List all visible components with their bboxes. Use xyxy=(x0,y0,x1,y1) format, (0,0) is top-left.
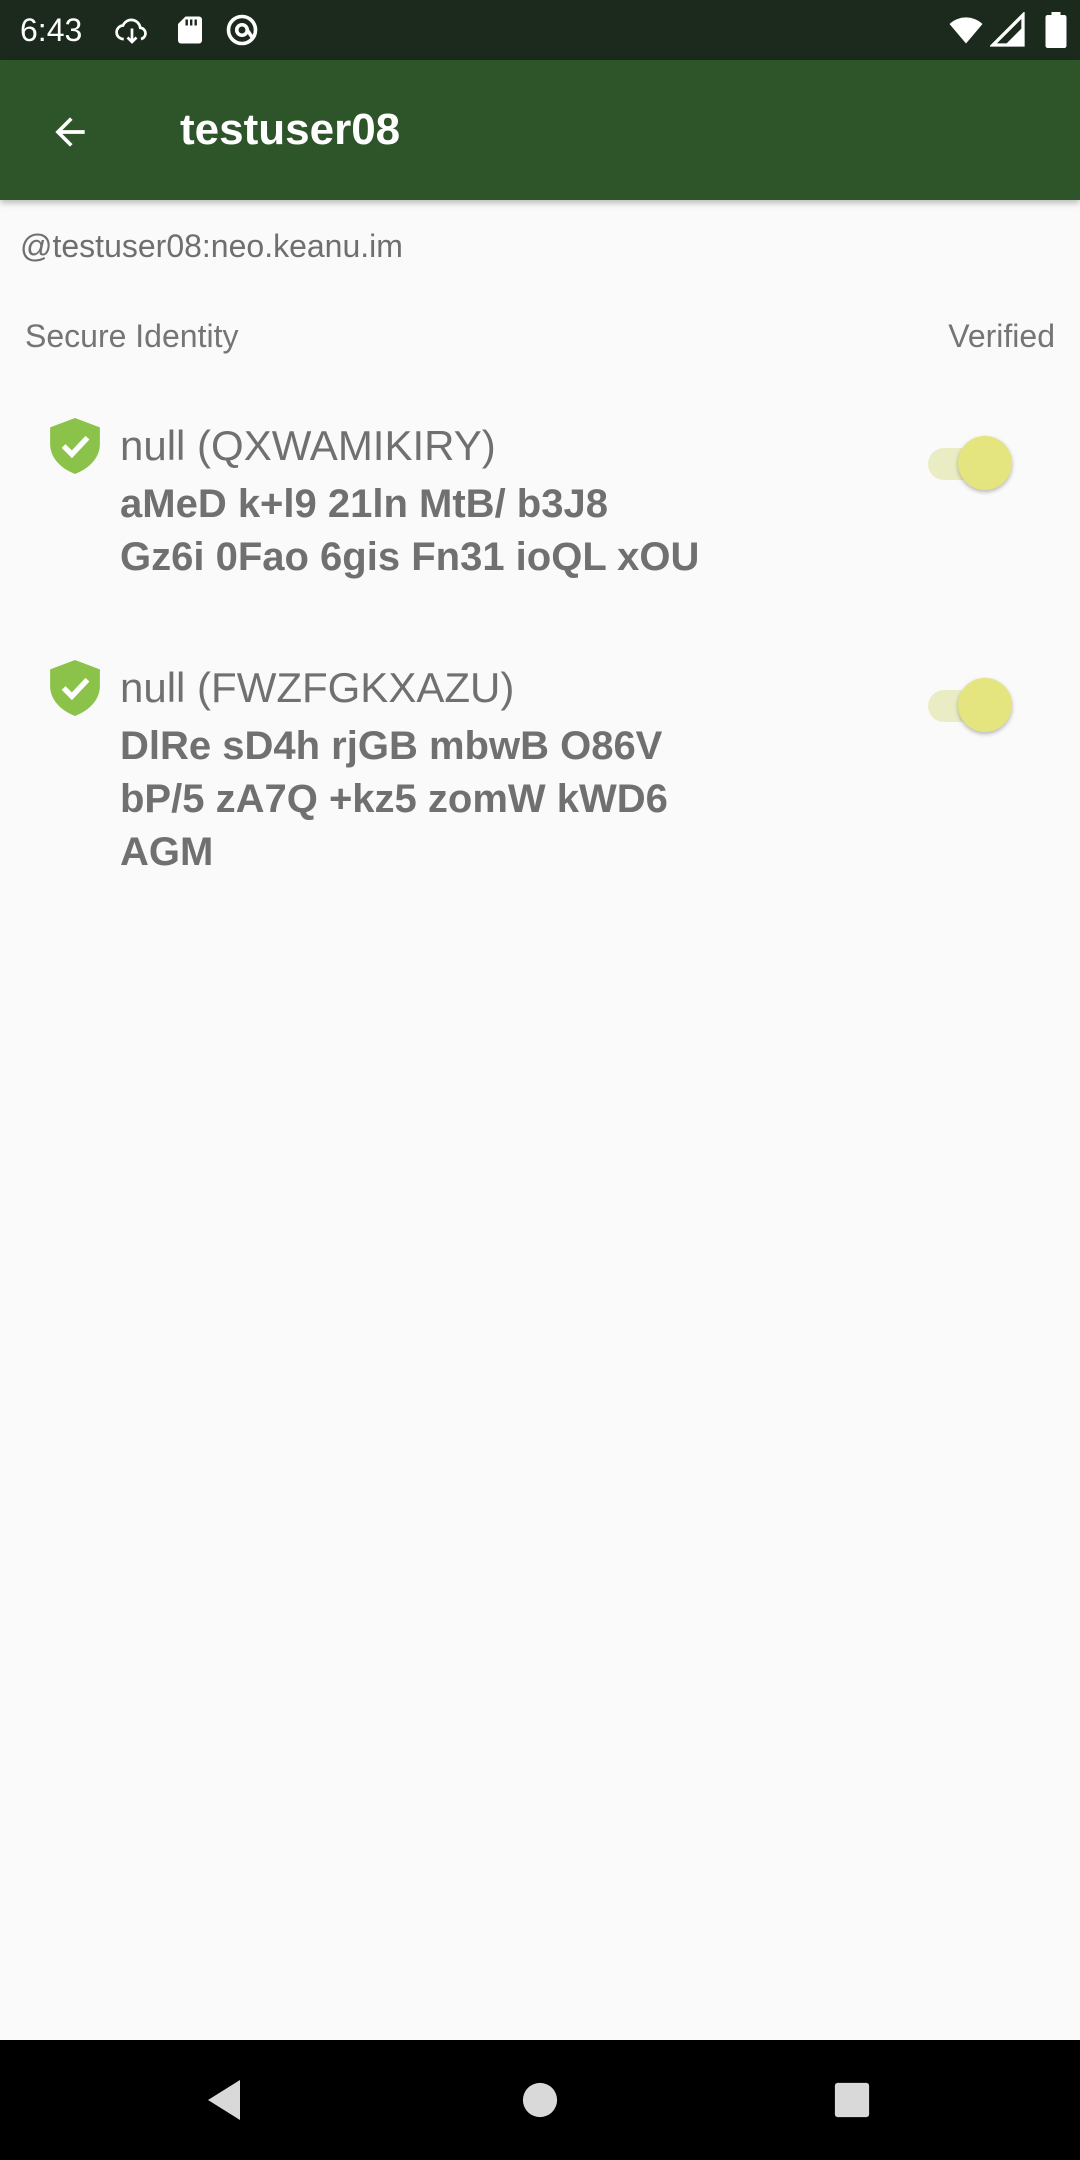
device-name: null (QXWAMIKIRY) xyxy=(120,422,496,469)
fingerprint-line: DlRe sD4h rjGB mbwB O86V xyxy=(120,724,663,768)
nav-back-icon xyxy=(208,2080,240,2120)
nav-home-button[interactable] xyxy=(510,2070,570,2130)
signal-icon xyxy=(990,12,1025,47)
arrow-left-icon xyxy=(55,117,85,147)
sd-card-icon xyxy=(178,16,202,44)
fingerprint-line: aMeD k+l9 21ln MtB/ b3J8 xyxy=(120,482,608,526)
wifi-icon xyxy=(949,17,983,44)
nav-back-button[interactable] xyxy=(194,2070,254,2130)
at-sign-icon xyxy=(226,14,258,46)
status-time: 6:43 xyxy=(20,12,83,48)
cloud-download-icon xyxy=(115,18,147,44)
secure-identity-label: Secure Identity xyxy=(25,318,239,354)
nav-home-icon xyxy=(522,2082,558,2118)
verified-shield-icon xyxy=(50,660,100,716)
device-name: null (FWZFGKXAZU) xyxy=(120,664,515,711)
nav-recent-icon xyxy=(834,2082,870,2118)
battery-icon xyxy=(1045,12,1067,48)
device-fingerprint: DlRe sD4h rjGB mbwB O86V bP/5 zA7Q +kz5 … xyxy=(120,720,760,879)
verified-toggle[interactable] xyxy=(924,678,1012,734)
verified-label: Verified xyxy=(948,318,1055,354)
navigation-bar xyxy=(0,2040,1080,2160)
fingerprint-line: bP/5 zA7Q +kz5 zomW kWD6 xyxy=(120,777,668,821)
app-bar: testuser08 xyxy=(0,60,1080,200)
status-bar: 6:43 xyxy=(0,0,1080,60)
back-button[interactable] xyxy=(38,100,102,164)
verified-toggle[interactable] xyxy=(924,436,1012,492)
page-title: testuser08 xyxy=(180,105,401,154)
toggle-thumb xyxy=(958,678,1012,732)
toggle-thumb xyxy=(958,436,1012,490)
section-header: Secure Identity Verified xyxy=(25,316,1055,356)
device-fingerprint: aMeD k+l9 21ln MtB/ b3J8 Gz6i 0Fao 6gis … xyxy=(120,478,760,584)
nav-recent-button[interactable] xyxy=(822,2070,882,2130)
fingerprint-line: Gz6i 0Fao 6gis Fn31 ioQL xOU xyxy=(120,535,700,579)
fingerprint-line: AGM xyxy=(120,830,214,874)
verified-shield-icon xyxy=(50,418,100,474)
user-id: @testuser08:neo.keanu.im xyxy=(20,228,403,264)
